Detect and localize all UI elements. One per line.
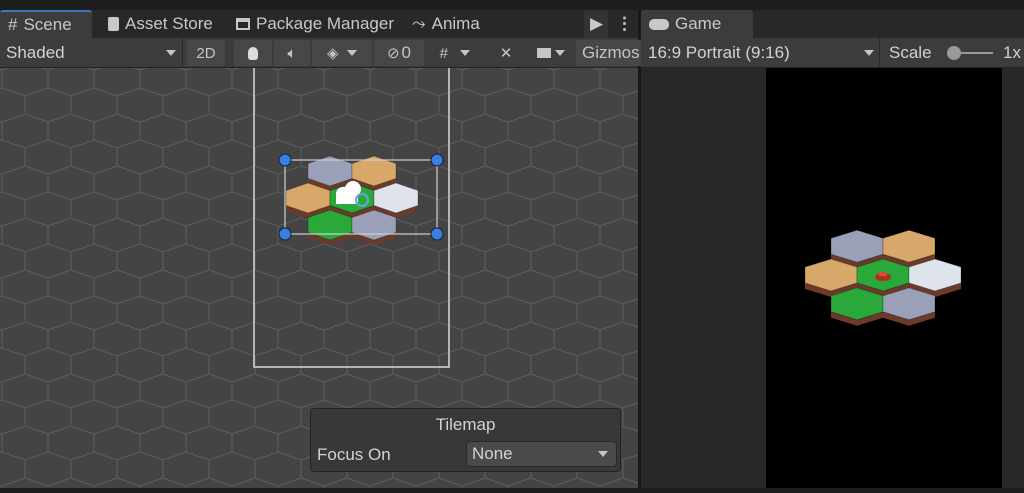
game-tab-bar: Game — [641, 10, 1024, 38]
scale-slider[interactable] — [947, 46, 995, 60]
caret-down-icon — [598, 451, 608, 457]
lighting-toggle[interactable] — [234, 40, 272, 66]
scene-tab-bar: # Scene Asset Store Package Manager ⤳ An… — [0, 10, 638, 38]
caret-down-icon — [864, 50, 874, 56]
resize-handle[interactable] — [430, 153, 444, 167]
eye-slash-icon: ⊘ — [386, 45, 400, 62]
caret-down-icon — [166, 50, 176, 56]
overlay-title: Tilemap — [435, 415, 496, 434]
camera-dropdown[interactable] — [528, 40, 574, 66]
tools-button[interactable]: ✕ — [488, 40, 524, 66]
grid-icon: # — [8, 15, 18, 34]
scale-slider-thumb[interactable] — [947, 46, 961, 60]
top-strip — [0, 0, 1024, 10]
tilemap-overlay: Tilemap Focus On None — [310, 408, 621, 472]
resize-handle[interactable] — [278, 227, 292, 241]
more-menu-button[interactable]: ⋮ — [610, 10, 639, 38]
tab-scene[interactable]: # Scene — [0, 10, 92, 38]
tab-asset-store[interactable]: Asset Store — [100, 10, 221, 38]
caret-down-icon — [346, 50, 357, 56]
animation-icon: ⤳ — [412, 14, 426, 33]
camera-icon — [536, 48, 551, 58]
caret-down-icon — [460, 50, 471, 56]
scene-toolbar: Shaded 2D 🔈︎ ◈ ⊘ 0 # ✕ Gizmos — [0, 38, 646, 68]
gizmos-dropdown[interactable]: Gizmos — [576, 40, 646, 66]
shopping-bag-icon — [108, 17, 119, 31]
tools-icon: ✕ — [499, 45, 513, 62]
scene-view[interactable]: Tilemap Focus On None — [0, 68, 638, 488]
game-view[interactable] — [641, 68, 1024, 488]
tab-package-manager[interactable]: Package Manager — [228, 10, 402, 38]
layers-icon: ◈ — [327, 45, 339, 62]
aspect-dropdown[interactable]: 16:9 Portrait (9:16) — [648, 43, 874, 63]
hidden-objects-toggle[interactable]: ⊘ 0 — [374, 40, 424, 66]
game-canvas — [766, 68, 1002, 488]
focus-on-dropdown[interactable]: None — [466, 441, 617, 467]
effects-dropdown[interactable]: ◈ — [312, 40, 372, 66]
kebab-icon: ⋮ — [616, 14, 633, 33]
shading-mode-dropdown[interactable]: Shaded — [6, 43, 176, 63]
tab-animation[interactable]: ⤳ Anima — [404, 10, 584, 38]
tab-overflow-arrow[interactable]: ▶ — [584, 10, 608, 38]
2d-toggle[interactable]: 2D — [187, 40, 225, 66]
grid-snapping-dropdown[interactable]: # — [426, 40, 484, 66]
package-icon — [236, 18, 250, 30]
gamepad-icon — [649, 18, 669, 30]
resize-handle[interactable] — [430, 227, 444, 241]
game-toolbar: 16:9 Portrait (9:16) Scale 1x — [641, 38, 1024, 68]
focus-on-label: Focus On — [317, 445, 391, 464]
tab-game[interactable]: Game — [641, 10, 753, 38]
lightbulb-icon — [248, 46, 258, 60]
audio-toggle[interactable]: 🔈︎ — [274, 40, 310, 66]
grid-snap-icon: # — [439, 44, 448, 62]
chevron-right-icon: ▶ — [590, 14, 604, 33]
bottom-strip — [0, 488, 1024, 493]
resize-handle[interactable] — [278, 153, 292, 167]
caret-down-icon — [555, 50, 566, 56]
speaker-icon: 🔈︎ — [287, 44, 297, 62]
